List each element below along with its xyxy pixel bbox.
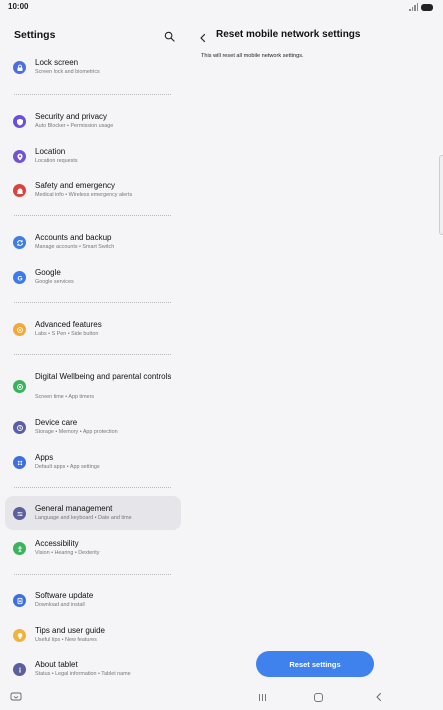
menu-item-subtitle: Auto Blocker • Permission usage — [35, 123, 114, 129]
lock-icon — [13, 61, 26, 74]
menu-item-about-tablet[interactable]: About tablet Status • Legal information … — [5, 654, 181, 684]
menu-item-title: About tablet — [35, 660, 78, 669]
divider — [14, 354, 171, 355]
menu-item-lock-screen[interactable]: Lock screen Screen lock and biometrics — [5, 52, 181, 82]
menu-item-advanced-features[interactable]: Advanced features Labs • S Pen • Side bu… — [5, 314, 181, 344]
back-button[interactable] — [198, 30, 210, 43]
info-icon — [13, 663, 26, 676]
search-icon — [164, 31, 175, 42]
menu-item-title: Apps — [35, 453, 54, 462]
menu-item-title: Device care — [35, 418, 78, 427]
advanced-features-icon — [13, 323, 26, 336]
menu-item-title: Digital Wellbeing and parental controls — [35, 372, 172, 381]
search-button[interactable] — [164, 29, 176, 42]
detail-title: Reset mobile network settings — [216, 29, 361, 40]
menu-item-title: Location — [35, 147, 66, 156]
sliders-icon — [13, 507, 26, 520]
shield-icon — [13, 115, 26, 128]
divider — [14, 215, 171, 216]
accessibility-icon — [13, 542, 26, 555]
page-title: Settings — [14, 29, 56, 41]
keyboard-toggle-icon[interactable] — [10, 692, 22, 702]
sync-icon — [13, 236, 26, 249]
menu-item-subtitle: Default apps • App settings — [35, 464, 100, 470]
menu-item-title: Accessibility — [35, 539, 79, 548]
menu-item-device-care[interactable]: Device care Storage • Memory • App prote… — [5, 412, 181, 442]
software-update-icon — [13, 594, 26, 607]
device-care-icon — [13, 421, 26, 434]
detail-pane: Reset mobile network settings This will … — [186, 14, 443, 690]
edge-panel-handle[interactable] — [439, 155, 443, 235]
menu-item-subtitle: Vision • Hearing • Dexterity — [35, 550, 100, 556]
apps-grid-icon — [13, 456, 26, 469]
menu-item-subtitle: Location requests — [35, 158, 78, 164]
google-icon: G — [13, 271, 26, 284]
menu-item-subtitle: Manage accounts • Smart Switch — [35, 244, 115, 250]
menu-item-title: General management — [35, 504, 113, 513]
menu-item-title: Lock screen — [35, 58, 79, 67]
menu-item-general-management[interactable]: General management Language and keyboard… — [5, 496, 181, 530]
menu-item-subtitle: Useful tips • New features — [35, 637, 97, 643]
menu-item-title: Advanced features — [35, 320, 102, 329]
menu-item-tips-and-user-guide[interactable]: Tips and user guide Useful tips • New fe… — [5, 620, 181, 650]
menu-item-safety-and-emergency[interactable]: Safety and emergency Medical info • Wire… — [5, 175, 181, 205]
divider — [14, 487, 171, 488]
menu-item-software-update[interactable]: Software update Download and install — [5, 585, 181, 615]
menu-item-title: Google — [35, 268, 61, 277]
signal-icon — [409, 3, 418, 11]
menu-item-title: Software update — [35, 591, 94, 600]
divider — [14, 302, 171, 303]
status-bar: 10:00 — [0, 0, 443, 14]
menu-item-subtitle: Screen time • App timers — [35, 394, 95, 400]
menu-item-security-and-privacy[interactable]: Security and privacy Auto Blocker • Perm… — [5, 106, 181, 136]
recents-button[interactable] — [257, 694, 267, 702]
battery-icon — [421, 3, 433, 11]
menu-item-subtitle: Google services — [35, 279, 74, 285]
menu-item-subtitle: Screen lock and biometrics — [35, 69, 100, 75]
emergency-bell-icon — [13, 184, 26, 197]
home-button[interactable] — [314, 693, 323, 702]
menu-item-title: Safety and emergency — [35, 181, 116, 190]
divider — [14, 574, 171, 575]
status-time: 10:00 — [8, 2, 29, 11]
location-pin-icon — [13, 150, 26, 163]
navigation-bar — [0, 690, 443, 710]
svg-text:G: G — [17, 275, 22, 282]
back-nav-icon[interactable] — [374, 692, 384, 702]
divider — [14, 94, 171, 95]
menu-item-google[interactable]: G Google Google services — [5, 262, 181, 292]
menu-item-title: Tips and user guide — [35, 626, 105, 635]
detail-description: This will reset all mobile network setti… — [201, 53, 304, 59]
menu-item-subtitle: Status • Legal information • Tablet name — [35, 671, 131, 677]
settings-header: Settings — [14, 29, 176, 43]
menu-item-location[interactable]: Location Location requests — [5, 141, 181, 171]
lightbulb-icon — [13, 629, 26, 642]
menu-item-subtitle: Storage • Memory • App protection — [35, 429, 118, 435]
menu-item-subtitle: Labs • S Pen • Side button — [35, 331, 99, 337]
reset-settings-button[interactable]: Reset settings — [256, 651, 374, 677]
menu-item-subtitle: Medical info • Wireless emergency alerts — [35, 192, 133, 198]
chevron-left-icon — [200, 33, 206, 43]
menu-item-title: Security and privacy — [35, 112, 108, 121]
menu-item-accessibility[interactable]: Accessibility Vision • Hearing • Dexteri… — [5, 533, 181, 563]
menu-item-subtitle: Download and install — [35, 602, 85, 608]
wellbeing-icon — [13, 380, 26, 393]
menu-item-digital-wellbeing[interactable]: Digital Wellbeing and parental controls … — [5, 366, 181, 408]
menu-item-apps[interactable]: Apps Default apps • App settings — [5, 447, 181, 477]
menu-item-title: Accounts and backup — [35, 233, 112, 242]
menu-item-subtitle: Language and keyboard • Date and time — [35, 515, 132, 521]
menu-item-accounts-and-backup[interactable]: Accounts and backup Manage accounts • Sm… — [5, 227, 181, 257]
status-icons — [409, 3, 433, 11]
settings-list-pane: Settings Lock screen Screen lock and bio… — [0, 14, 186, 690]
